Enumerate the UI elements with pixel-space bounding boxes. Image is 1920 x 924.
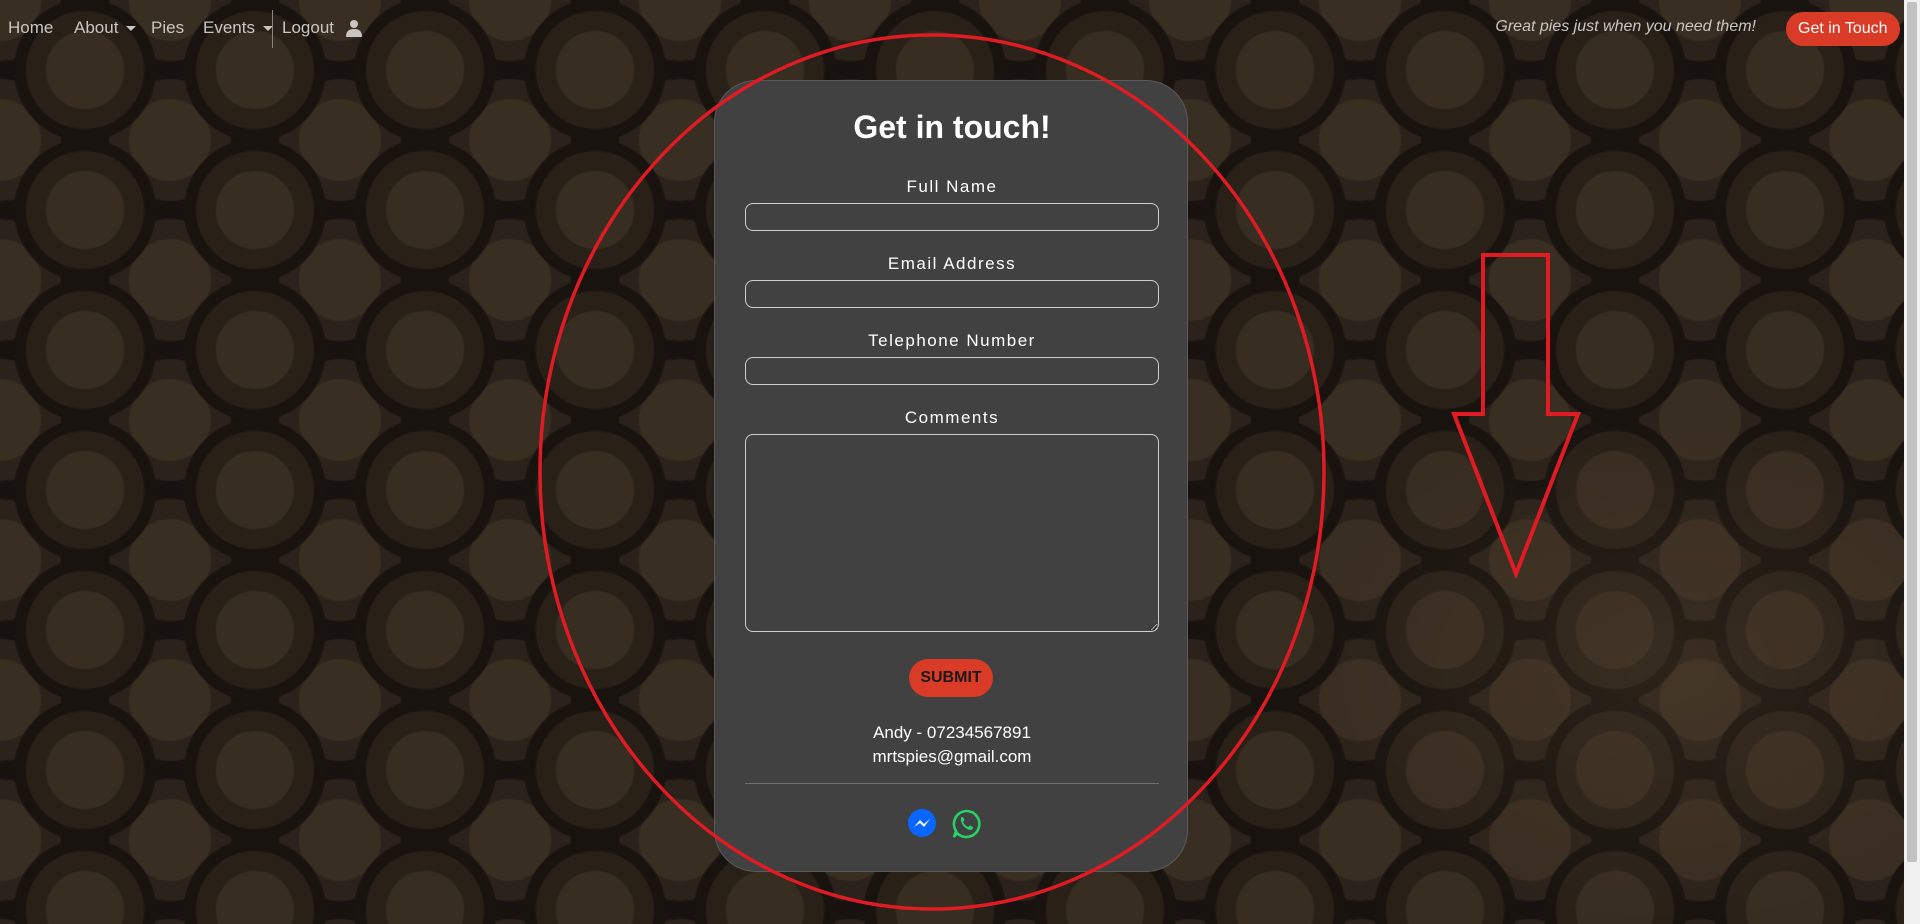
site-tagline: Great pies just when you need them!	[1495, 18, 1756, 35]
get-in-touch-button[interactable]: Get in Touch	[1786, 12, 1900, 46]
page-scrollbar[interactable]	[1904, 0, 1920, 924]
nav-divider	[272, 10, 273, 48]
email-label: Email Address	[887, 254, 1017, 273]
user-icon[interactable]	[346, 19, 362, 37]
nav-pies[interactable]: Pies	[151, 18, 184, 38]
submit-button[interactable]: SUBMIT	[909, 659, 993, 697]
form-title: Get in touch!	[853, 109, 1051, 145]
comments-textarea[interactable]	[745, 434, 1159, 632]
nav-about-dropdown[interactable]: About	[74, 18, 137, 38]
telephone-label: Telephone Number	[868, 331, 1036, 350]
contact-form-card: Get in touch! Full Name Email Address Te…	[714, 80, 1188, 872]
scrollbar-thumb[interactable]	[1907, 2, 1917, 862]
top-navbar: Home About Pies Events Logout Great pies…	[0, 0, 1904, 58]
nav-logout[interactable]: Logout	[282, 18, 334, 38]
card-divider	[745, 783, 1159, 784]
whatsapp-icon[interactable]	[950, 808, 982, 840]
full-name-input[interactable]	[745, 203, 1159, 231]
nav-events-dropdown[interactable]: Events	[203, 18, 273, 38]
messenger-icon[interactable]	[906, 808, 938, 840]
email-input[interactable]	[745, 280, 1159, 308]
contact-email: mrtspies@gmail.com	[872, 747, 1032, 766]
contact-phone: Andy - 07234567891	[873, 723, 1031, 742]
chevron-down-icon	[126, 26, 137, 32]
comments-label: Comments	[904, 408, 1000, 427]
telephone-input[interactable]	[745, 357, 1159, 385]
nav-about-label: About	[74, 18, 119, 37]
full-name-label: Full Name	[906, 177, 998, 196]
nav-events-label: Events	[203, 18, 255, 37]
nav-home[interactable]: Home	[8, 18, 53, 38]
